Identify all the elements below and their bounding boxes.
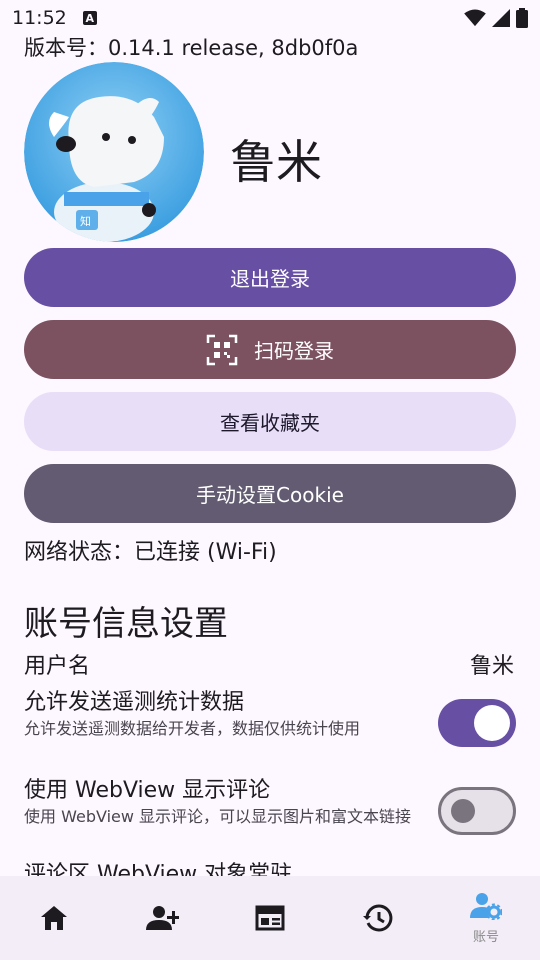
svg-text:知: 知 <box>80 214 91 228</box>
scan-login-button-label: 扫码登录 <box>254 339 334 363</box>
telemetry-label: 允许发送遥测统计数据 <box>24 690 245 715</box>
nav-history[interactable] <box>324 876 432 960</box>
history-icon <box>363 904 393 932</box>
network-status: 网络状态：已连接 (Wi-Fi) <box>24 540 277 565</box>
nav-account-label: 账号 <box>472 929 499 945</box>
battery-icon <box>516 8 528 28</box>
nav-feed[interactable] <box>216 876 324 960</box>
version-text: 版本号：0.14.1 release, 8db0f0a <box>24 36 359 60</box>
notification-icon: A <box>82 11 97 25</box>
section-title: 账号信息设置 <box>24 604 228 644</box>
telemetry-description: 允许发送遥测数据给开发者，数据仅供统计使用 <box>24 719 361 738</box>
qr-code-scan-icon <box>206 334 238 366</box>
username-value: 鲁米 <box>469 654 514 679</box>
bottom-navigation: 账号 <box>0 876 540 960</box>
nav-follow[interactable] <box>108 876 216 960</box>
newspaper-icon <box>255 905 285 931</box>
logout-button[interactable]: 退出登录 <box>24 248 516 307</box>
status-time: 11:52 <box>12 7 67 29</box>
webview-comments-toggle-thumb <box>451 799 475 823</box>
wifi-icon <box>464 9 486 27</box>
telemetry-toggle[interactable] <box>438 699 516 747</box>
manual-cookie-button[interactable]: 手动设置Cookie <box>24 464 516 523</box>
logout-button-label: 退出登录 <box>230 267 310 291</box>
avatar: 知 <box>24 62 204 242</box>
status-icons <box>464 8 528 28</box>
status-bar: 11:52 A <box>0 0 540 36</box>
view-favorites-button-label: 查看收藏夹 <box>220 411 320 435</box>
view-favorites-button[interactable]: 查看收藏夹 <box>24 392 516 451</box>
scan-login-button[interactable]: 扫码登录 <box>24 320 516 379</box>
person-add-icon <box>146 906 179 930</box>
telemetry-toggle-thumb <box>474 705 510 741</box>
nav-home[interactable] <box>0 876 108 960</box>
home-icon <box>41 906 67 930</box>
avatar-image: 知 <box>24 62 204 242</box>
webview-comments-toggle[interactable] <box>438 787 516 835</box>
manual-cookie-button-label: 手动设置Cookie <box>196 483 344 507</box>
account-settings-icon <box>470 892 502 920</box>
nav-account[interactable]: 账号 <box>432 876 540 960</box>
profile-name: 鲁米 <box>230 135 322 189</box>
webview-comments-description: 使用 WebView 显示评论，可以显示图片和富文本链接 <box>24 807 412 826</box>
webview-resident-label: 评论区 WebView 对象常驻 <box>24 862 293 877</box>
cellular-signal-icon <box>492 9 510 27</box>
webview-comments-label: 使用 WebView 显示评论 <box>24 778 271 803</box>
username-label: 用户名 <box>24 654 91 679</box>
